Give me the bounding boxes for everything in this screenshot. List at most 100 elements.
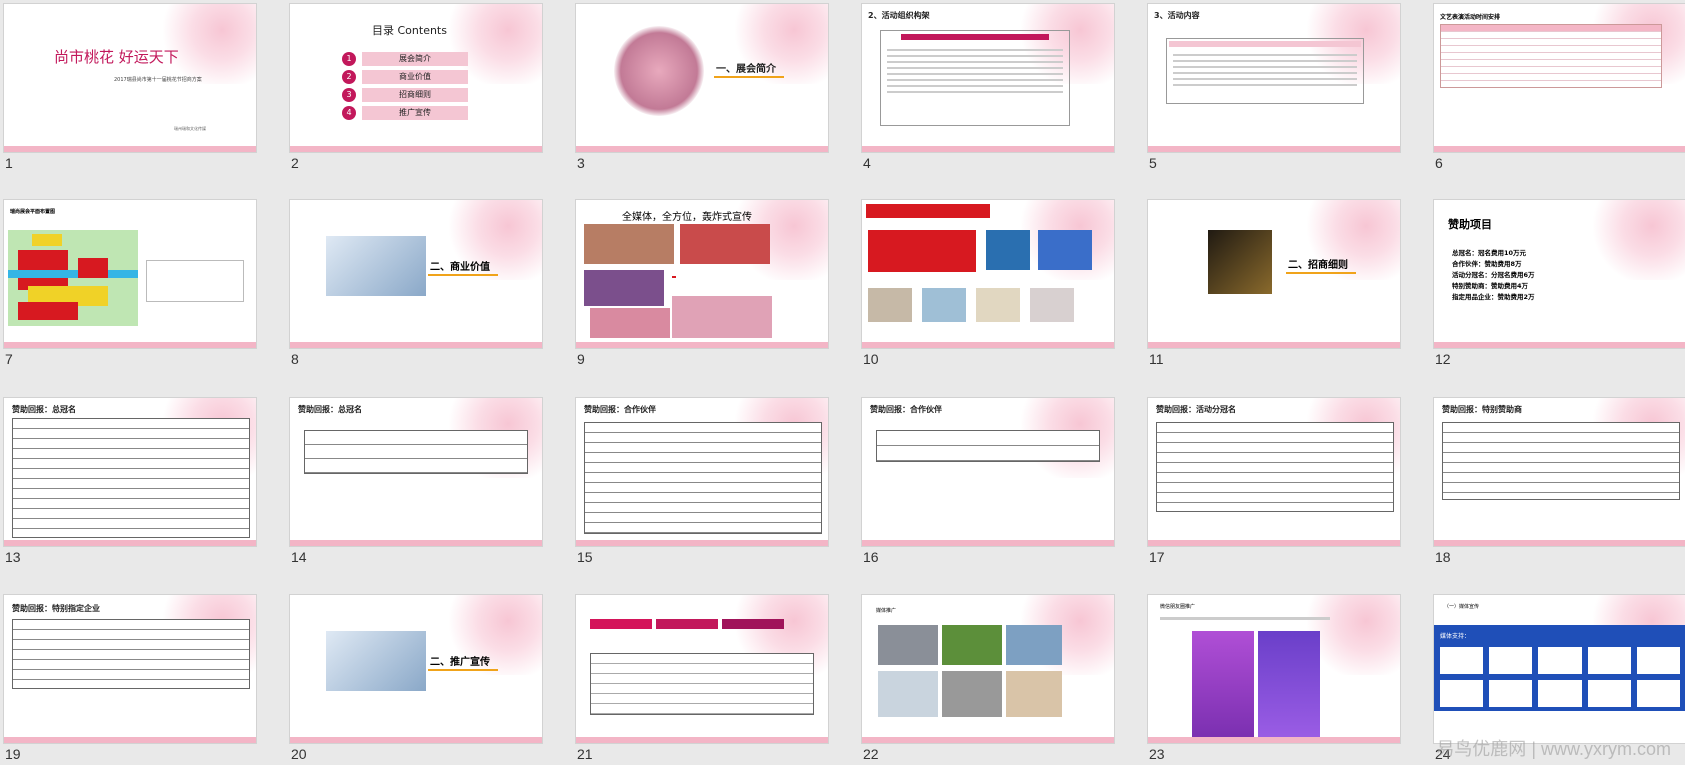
toc-item-1: 展会简介 — [362, 52, 468, 66]
slide-number: 2 — [291, 155, 299, 171]
pink-bottom-bar — [862, 342, 1114, 348]
slide-number: 13 — [5, 549, 21, 565]
slide-heading: 赞助回报：特别指定企业 — [12, 604, 100, 613]
slide-number: 16 — [863, 549, 879, 565]
slide-6-canvas: 文艺表演活动时间安排 — [1433, 3, 1685, 153]
pink-bottom-bar — [1434, 146, 1685, 152]
pink-bottom-bar — [1434, 342, 1685, 348]
section-heading: 二、商业价值 — [430, 262, 490, 273]
content-box — [1166, 38, 1364, 104]
media-logo — [1636, 680, 1680, 707]
slide-heading: 文艺表演活动时间安排 — [1440, 14, 1501, 21]
tv-photo — [1038, 230, 1092, 270]
slide-14-canvas: 赞助回报：总冠名 — [289, 397, 543, 547]
slide-13-canvas: 赞助回报：总冠名 — [3, 397, 257, 547]
slide-2-canvas: 目录 Contents 1 展会简介 2 商业价值 3 招商细则 4 推广宣传 — [289, 3, 543, 153]
slide-number: 23 — [1149, 746, 1165, 762]
map-road — [8, 270, 138, 278]
section-heading: 二、招商细则 — [1288, 260, 1348, 271]
slide-number: 7 — [5, 351, 13, 367]
text-lines — [881, 43, 1069, 99]
billboard-photo — [878, 625, 938, 665]
media-logo — [1587, 647, 1631, 674]
blossom-photo — [614, 26, 704, 116]
slide-3-canvas: 一、展会简介 — [575, 3, 829, 153]
slide-heading: 媒体推广 — [876, 608, 897, 614]
pink-bottom-bar — [862, 146, 1114, 152]
slide-number: 5 — [1149, 155, 1157, 171]
heading-underline — [714, 76, 784, 78]
print-ad-photo — [1006, 625, 1062, 665]
slide-heading: 赞助项目 — [1448, 218, 1492, 231]
slide-heading: 赞助回报：合作伙伴 — [870, 405, 942, 414]
pink-bottom-bar — [4, 342, 256, 348]
slide-number: 17 — [1149, 549, 1165, 565]
slide-8-canvas: 二、商业价值 — [289, 199, 543, 349]
ad-photo — [976, 288, 1020, 322]
list-item: 总冠名：冠名费用10万元 — [1452, 249, 1527, 257]
dance-photo — [590, 308, 670, 338]
slide-11-canvas: 二、招商细则 — [1147, 199, 1401, 349]
section-heading: 二、推广宣传 — [430, 657, 490, 668]
slide-number: 8 — [291, 351, 299, 367]
rewards-table — [12, 619, 250, 689]
slide-number: 21 — [577, 746, 593, 762]
ad-photo — [1030, 288, 1074, 322]
label-bar — [722, 619, 784, 629]
list-item: 指定用品企业：赞助费用2万 — [1452, 293, 1535, 301]
slide-20-canvas: 二、推广宣传 — [289, 594, 543, 744]
text-lines — [1167, 49, 1363, 91]
slide-number: 15 — [577, 549, 593, 565]
pink-bottom-bar — [862, 737, 1114, 743]
media-support-label: 媒体支持： — [1440, 633, 1471, 640]
wechat-screenshot-1 — [1192, 631, 1254, 739]
list-item: 合作伙伴：赞助费用8万 — [1452, 260, 1522, 268]
slide-number: 6 — [1435, 155, 1443, 171]
slide-7-canvas: 瑞尚展会平面布置图 — [3, 199, 257, 349]
slide-24-canvas: （一）媒体宣传 媒体支持： — [1433, 594, 1685, 744]
slide-17-canvas: 赞助回报：活动分冠名 — [1147, 397, 1401, 547]
map-block — [78, 258, 108, 278]
slide-heading: 3、活动内容 — [1154, 11, 1200, 20]
map-block — [18, 302, 78, 320]
box-header — [901, 34, 1049, 40]
rewards-table — [1156, 422, 1394, 512]
slide-12-canvas: 赞助项目 总冠名：冠名费用10万元 合作伙伴：赞助费用8万 活动分冠名：分冠名费… — [1433, 199, 1685, 349]
slide-number: 14 — [291, 549, 307, 565]
slide-number: 12 — [1435, 351, 1451, 367]
pink-bottom-bar — [576, 146, 828, 152]
heading-underline — [428, 274, 498, 276]
slide-4-canvas: 2、活动组织构架 — [861, 3, 1115, 153]
map-legend — [146, 260, 244, 302]
slide-16-canvas: 赞助回报：合作伙伴 — [861, 397, 1115, 547]
slide-heading: 2、活动组织构架 — [868, 11, 930, 20]
slide-5-canvas: 3、活动内容 — [1147, 3, 1401, 153]
rewards-table — [1442, 422, 1680, 500]
schedule-table — [1440, 24, 1662, 88]
table-header-row — [1441, 25, 1661, 31]
pink-bottom-bar — [1148, 146, 1400, 152]
slide-number: 10 — [863, 351, 879, 367]
business-chart-photo — [326, 631, 426, 691]
pink-bottom-bar — [290, 146, 542, 152]
media-logo-grid — [1440, 647, 1680, 707]
toc-item-4: 推广宣传 — [362, 106, 468, 120]
slide-heading: 全媒体，全方位，轰炸式宣传 — [622, 212, 752, 223]
wechat-screenshot-2 — [1258, 631, 1320, 739]
slide-heading: 赞助回报：总冠名 — [12, 405, 76, 414]
slide-10-canvas — [861, 199, 1115, 349]
label-bar — [656, 619, 718, 629]
rewards-table — [876, 430, 1100, 462]
slide-heading: 瑞尚展会平面布置图 — [10, 209, 56, 215]
ad-photo — [922, 288, 966, 322]
bus-ad-photo — [942, 625, 1002, 665]
toc-number-1: 1 — [342, 52, 356, 66]
slide-number: 1 — [5, 155, 13, 171]
slide-23-canvas: 微信朋友圈推广 — [1147, 594, 1401, 744]
slide-number: 22 — [863, 746, 879, 762]
pink-bottom-bar — [862, 540, 1114, 546]
heading-underline — [1286, 272, 1356, 274]
pink-bottom-bar — [1148, 540, 1400, 546]
slide-heading: 赞助回报：合作伙伴 — [584, 405, 656, 414]
slide-heading: （一）媒体宣传 — [1444, 604, 1480, 610]
